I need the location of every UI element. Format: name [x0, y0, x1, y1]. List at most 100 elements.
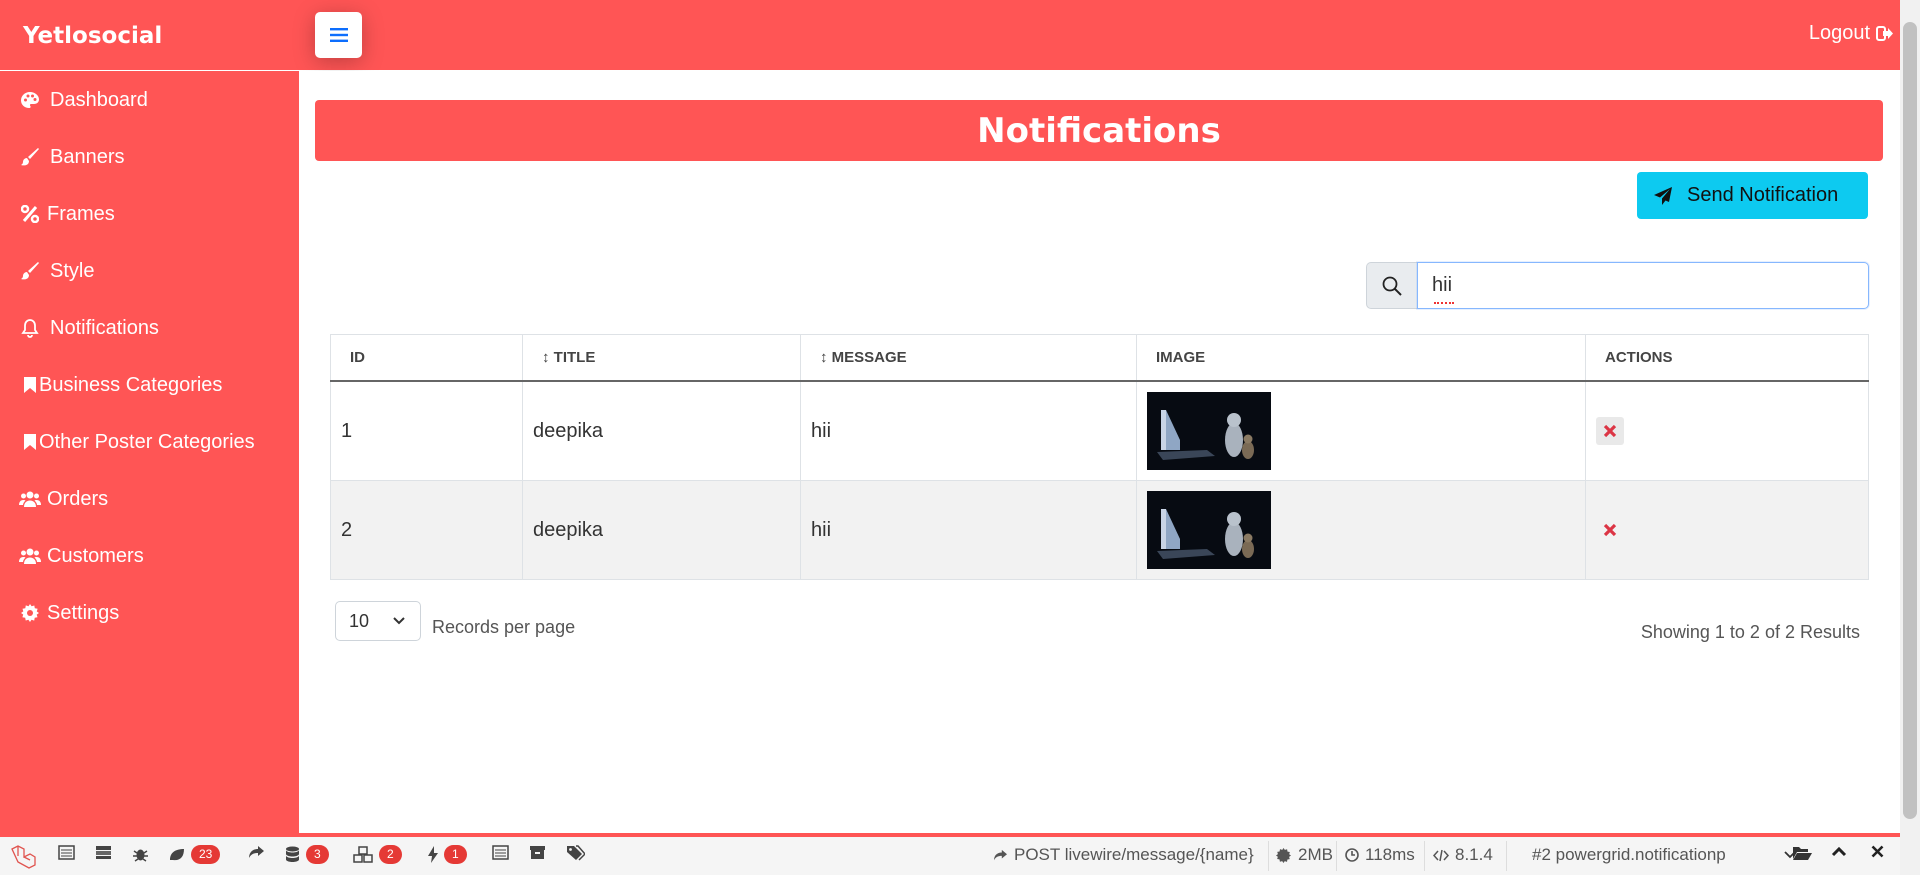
bookmark-icon	[24, 377, 36, 393]
views-tab[interactable]	[492, 845, 509, 860]
share-icon	[994, 849, 1007, 860]
request-history-select[interactable]: #2 powergrid.notificationp	[1532, 845, 1796, 865]
route-tab[interactable]	[248, 845, 265, 860]
cell-message: hii	[800, 480, 1137, 580]
sidebar-item-label: Customers	[47, 544, 144, 567]
chevron-down-icon	[393, 617, 405, 625]
search-input[interactable]	[1417, 262, 1869, 309]
cell-actions	[1585, 480, 1869, 580]
sidebar-item-customers[interactable]: Customers	[0, 527, 299, 585]
sidebar-item-label: Style	[50, 259, 95, 282]
divider	[1268, 841, 1269, 871]
sidebar-item-frames[interactable]: Frames	[0, 185, 299, 243]
messages-tab[interactable]	[58, 845, 75, 860]
sidebar-item-settings[interactable]: Settings	[0, 584, 299, 642]
delete-button[interactable]	[1596, 417, 1624, 445]
divider	[1336, 841, 1337, 871]
notification-image-thumbnail	[1147, 392, 1271, 470]
livewire-tab[interactable]: 2	[353, 845, 402, 864]
sidebar-toggle-button[interactable]	[315, 12, 362, 58]
list-icon	[58, 845, 75, 860]
queries-tab[interactable]: 3	[285, 845, 329, 864]
sidebar-item-business-categories[interactable]: Business Categories	[0, 356, 299, 414]
models-count-badge: 23	[191, 845, 221, 864]
laravel-logo-button[interactable]	[10, 845, 36, 869]
search-addon	[1366, 262, 1417, 309]
hamburger-icon	[329, 28, 348, 42]
list-icon	[492, 845, 509, 860]
cell-id: 2	[330, 480, 523, 580]
users-icon	[19, 548, 41, 564]
sidebar-item-banners[interactable]: Banners	[0, 128, 299, 186]
column-header-image: IMAGE	[1136, 334, 1586, 382]
cell-image	[1136, 380, 1586, 481]
cell-title: deepika	[522, 480, 801, 580]
livewire-count-badge: 2	[379, 845, 402, 864]
tasks-icon	[96, 846, 111, 859]
request-history-value: #2 powergrid.notificationp	[1532, 845, 1726, 864]
brush-icon	[21, 262, 39, 280]
leaf-icon	[170, 849, 184, 861]
percent-icon	[21, 205, 39, 223]
chevron-up-icon	[1831, 846, 1847, 857]
bug-icon	[133, 849, 148, 862]
open-folder-button[interactable]	[1792, 845, 1812, 861]
sidebar-item-orders[interactable]: Orders	[0, 470, 299, 528]
page-title: Notifications	[315, 100, 1883, 161]
timeline-tab[interactable]	[95, 845, 112, 860]
bell-icon	[21, 319, 39, 338]
paper-plane-icon	[1654, 186, 1672, 205]
request-tab[interactable]	[566, 845, 585, 861]
cell-message: hii	[800, 380, 1137, 481]
brush-icon	[21, 148, 39, 166]
divider	[1506, 841, 1507, 871]
sidebar-item-label: Other Poster Categories	[39, 430, 255, 453]
cell-id: 1	[330, 380, 523, 481]
clock-icon	[1345, 848, 1359, 862]
folder-open-icon	[1793, 847, 1812, 860]
exceptions-tab[interactable]	[132, 845, 149, 862]
events-tab[interactable]: 1	[428, 845, 467, 864]
request-route-label: POST livewire/message/{name}	[1014, 845, 1254, 864]
archive-icon	[530, 846, 545, 859]
per-page-select[interactable]: 10	[335, 601, 421, 641]
column-header-message[interactable]: ↕ MESSAGE	[800, 334, 1137, 382]
send-notification-button[interactable]: Send Notification	[1637, 172, 1868, 219]
time-info: 118ms	[1345, 845, 1415, 865]
time-label: 118ms	[1365, 845, 1415, 864]
sidebar-item-dashboard[interactable]: Dashboard	[0, 71, 299, 129]
brand-logo[interactable]: Yetlosocial	[0, 0, 299, 70]
events-count-badge: 1	[444, 845, 467, 864]
column-header-title[interactable]: ↕ TITLE	[522, 334, 801, 382]
logout-label: Logout	[1808, 22, 1870, 44]
per-page-value: 10	[349, 610, 370, 631]
sidebar-item-notifications[interactable]: Notifications	[0, 299, 299, 357]
cubes-icon	[353, 846, 373, 863]
models-tab[interactable]: 23	[168, 845, 221, 864]
close-icon	[1871, 845, 1884, 858]
spellcheck-underline	[1434, 299, 1454, 304]
logout-link[interactable]: Logout	[1809, 22, 1893, 45]
notifications-table: ID ↕ TITLE ↕ MESSAGE IMAGE ACTIONS 1 dee…	[330, 334, 1869, 580]
sidebar-item-label: Settings	[47, 601, 120, 624]
column-header-id: ID	[330, 334, 523, 382]
php-version-info: 8.1.4	[1433, 845, 1493, 865]
share-icon	[249, 846, 264, 858]
sidebar-item-other-poster-categories[interactable]: Other Poster Categories	[0, 413, 299, 471]
records-per-page-label: Records per page	[432, 617, 576, 637]
sidebar-item-label: Dashboard	[50, 88, 148, 111]
search-icon	[1382, 276, 1402, 296]
session-tab[interactable]	[529, 845, 546, 860]
users-icon	[19, 491, 41, 507]
sidebar-item-style[interactable]: Style	[0, 242, 299, 300]
php-version-label: 8.1.4	[1455, 845, 1493, 864]
close-debugbar-button[interactable]	[1871, 845, 1884, 858]
sign-out-icon	[1876, 26, 1893, 41]
scrollbar-thumb[interactable]	[1903, 22, 1917, 819]
maximize-button[interactable]	[1831, 845, 1847, 857]
notification-image-thumbnail	[1147, 491, 1271, 569]
database-icon	[286, 846, 299, 862]
table-row: 1 deepika hii	[330, 380, 1869, 481]
delete-button[interactable]	[1596, 516, 1624, 544]
bolt-icon	[428, 846, 438, 863]
